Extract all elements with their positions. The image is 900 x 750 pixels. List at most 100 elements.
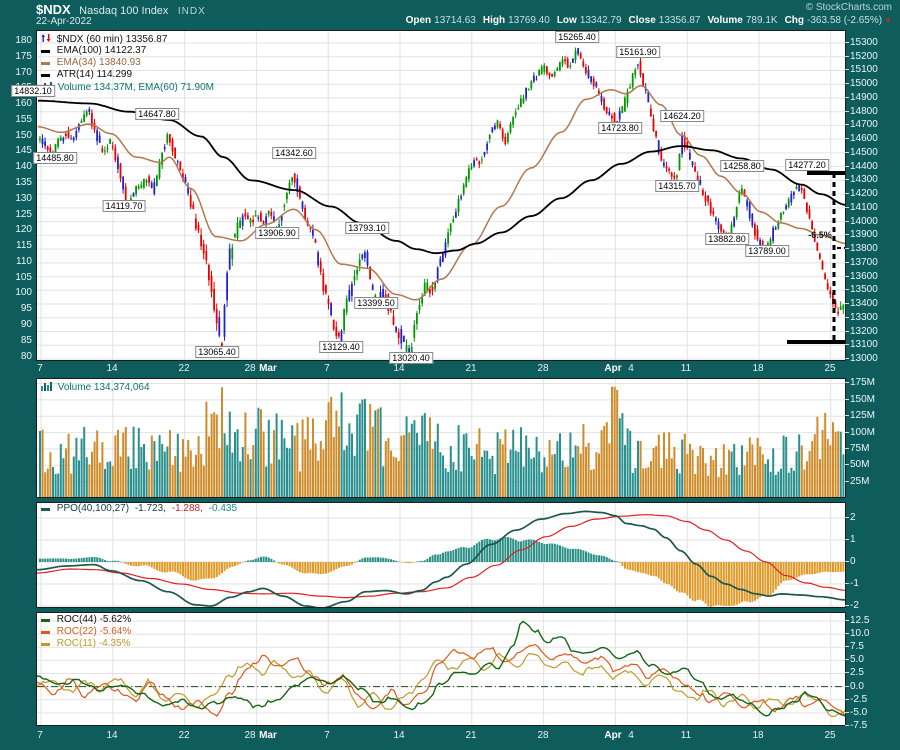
axis-tick-label: 105 xyxy=(2,272,32,283)
axis-tick-label: 2 xyxy=(850,512,856,523)
axis-tick-label: -2.5 xyxy=(850,694,867,705)
x-axis-label: 28 xyxy=(537,730,548,741)
roc22-line xyxy=(37,645,845,717)
candles xyxy=(39,48,844,358)
axis-tick-label: 15000 xyxy=(850,78,878,89)
price-callout: 14315.70 xyxy=(655,180,699,192)
axis-tick-label: 175M xyxy=(850,377,875,388)
axis-tick-label: 170 xyxy=(2,67,32,78)
axis-tick xyxy=(845,331,849,332)
axis-tick xyxy=(845,207,849,208)
axis-tick-label: 175 xyxy=(2,51,32,62)
legend-atr-label: ATR(14) 114.299 xyxy=(57,69,132,80)
quote-open-value: 13714.63 xyxy=(434,15,476,26)
ppo-panel xyxy=(36,502,846,608)
axis-tick xyxy=(845,481,849,482)
legend-symbol-label: $NDX (60 min) 13356.87 xyxy=(57,34,168,45)
x-axis-label: 7 xyxy=(324,730,330,741)
axis-tick-label: 115 xyxy=(2,240,32,251)
price-callout: 13906.90 xyxy=(255,227,299,239)
legend-ema34-row: EMA(34) 13840.93 xyxy=(41,57,214,69)
axis-tick xyxy=(845,303,849,304)
axis-tick-label: 150M xyxy=(850,394,875,405)
x-axis-label: 14 xyxy=(106,363,117,374)
quote-high-label: High xyxy=(483,15,505,26)
roc22-label: ROC(22) -5.64% xyxy=(57,626,131,637)
axis-tick-label: 1 xyxy=(850,534,856,545)
axis-tick xyxy=(845,725,849,726)
axis-tick-label: 14100 xyxy=(850,202,878,213)
axis-tick-label: 100M xyxy=(850,427,875,438)
axis-tick xyxy=(845,166,849,167)
legend-volume-row: Volume 134.37M, EMA(60) 71.90M xyxy=(41,81,214,93)
roc-plot xyxy=(37,613,845,725)
axis-tick-label: 13600 xyxy=(850,271,878,282)
axis-tick-label: 14800 xyxy=(850,106,878,117)
ppo-signal-value: -1.288, xyxy=(172,503,203,514)
ppo-legend-label: PPO(40,100,27) xyxy=(57,503,129,514)
price-callout: 14647.80 xyxy=(135,108,179,120)
volume-panel xyxy=(36,378,846,498)
axis-tick xyxy=(845,358,849,359)
axis-tick-label: 14300 xyxy=(850,174,878,185)
axis-tick-label: 14600 xyxy=(850,133,878,144)
axis-tick-label: 80 xyxy=(2,351,32,362)
axis-tick-label: 13300 xyxy=(850,312,878,323)
axis-tick xyxy=(845,344,849,345)
roc22-swatch-icon xyxy=(41,631,50,634)
axis-tick xyxy=(845,83,849,84)
quote-low-value: 13342.79 xyxy=(580,15,622,26)
price-callout: 15265.40 xyxy=(555,31,599,43)
atr-swatch-icon xyxy=(41,74,50,77)
axis-tick-label: 14400 xyxy=(850,161,878,172)
axis-tick xyxy=(845,317,849,318)
axis-tick-label: 12.5 xyxy=(850,615,869,626)
axis-tick xyxy=(845,605,849,606)
x-axis-label: 28 xyxy=(537,363,548,374)
axis-tick xyxy=(845,415,849,416)
axis-tick-label: 15300 xyxy=(850,37,878,48)
ppo-hist-value: -0.435 xyxy=(209,503,237,514)
price-callout: 14258.80 xyxy=(720,160,764,172)
x-axis-label: 11 xyxy=(681,363,691,374)
axis-tick-label: 13900 xyxy=(850,229,878,240)
axis-tick-label: 13800 xyxy=(850,243,878,254)
x-axis-label: 4 xyxy=(628,363,634,374)
roc44-swatch-icon xyxy=(41,619,50,622)
axis-tick xyxy=(845,138,849,139)
axis-tick-label: 10.0 xyxy=(850,628,869,639)
axis-tick xyxy=(845,464,849,465)
axis-tick xyxy=(845,448,849,449)
axis-tick-label: 14200 xyxy=(850,188,878,199)
x-axis-label: 18 xyxy=(752,363,763,374)
axis-tick xyxy=(845,97,849,98)
axis-tick xyxy=(845,517,849,518)
quote-low-label: Low xyxy=(557,15,577,26)
x-axis-label: 14 xyxy=(393,730,404,741)
axis-tick-label: 2.5 xyxy=(850,667,864,678)
axis-tick xyxy=(845,248,849,249)
axis-tick-label: 13000 xyxy=(850,353,878,364)
x-axis-label: 22 xyxy=(178,730,189,741)
price-callout: 13789.00 xyxy=(745,245,789,257)
axis-tick xyxy=(845,111,849,112)
roc11-legend-row: ROC(11) -4.35% xyxy=(41,638,131,650)
stockcharts-chart-page: $NDX Nasdaq 100 Index INDX © StockCharts… xyxy=(0,0,900,750)
axis-tick xyxy=(845,124,849,125)
ppo-plot xyxy=(37,503,845,607)
axis-tick-label: 0.0 xyxy=(850,681,864,692)
x-axis-label: 18 xyxy=(752,730,763,741)
roc22-legend-row: ROC(22) -5.64% xyxy=(41,626,131,638)
axis-tick xyxy=(845,221,849,222)
axis-tick xyxy=(845,193,849,194)
axis-tick-label: 90 xyxy=(2,319,32,330)
axis-tick-label: 120 xyxy=(2,224,32,235)
price-callout: 14119.70 xyxy=(103,200,146,212)
x-axis-label: 14 xyxy=(393,363,404,374)
axis-tick-label: 125 xyxy=(2,209,32,220)
roc11-swatch-icon xyxy=(41,643,50,646)
roc11-label: ROC(11) -4.35% xyxy=(57,638,131,649)
axis-tick-label: 14900 xyxy=(850,92,878,103)
axis-tick-label: 14000 xyxy=(850,216,878,227)
axis-tick xyxy=(845,152,849,153)
